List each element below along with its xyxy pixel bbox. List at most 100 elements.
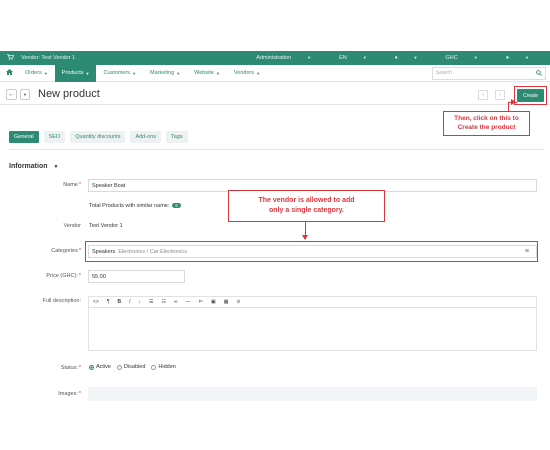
nav-vendors[interactable]: Vendors ▼ <box>227 65 267 82</box>
currency-menu[interactable]: GHC ▼ <box>446 55 492 61</box>
code-view-icon[interactable]: <> <box>93 299 99 305</box>
categories-highlight <box>85 241 538 262</box>
paragraph-icon[interactable]: ¶ <box>107 299 110 305</box>
tab-quantity-discounts[interactable]: Quantity discounts <box>70 131 126 143</box>
create-highlight <box>514 86 547 105</box>
underline-icon[interactable]: ↓ <box>139 299 142 305</box>
description-label: Full description: <box>42 298 81 304</box>
prev-button[interactable]: ‹ <box>478 90 488 100</box>
vendor-label: Vendor <box>63 223 81 229</box>
administration-menu[interactable]: Administration ▼ <box>256 55 325 61</box>
category-arrow-head <box>302 235 308 240</box>
italic-icon[interactable]: I <box>129 299 130 305</box>
product-tabs: General SEO Quantity discounts Add-ons T… <box>9 131 188 143</box>
home-icon[interactable] <box>0 69 18 77</box>
back-button[interactable]: ← <box>6 88 17 100</box>
next-button[interactable]: › <box>495 90 505 100</box>
status-label: Status:* <box>60 365 81 371</box>
category-annotation-line2: only a single category. <box>269 207 344 214</box>
unordered-list-icon[interactable]: ☰ <box>149 299 153 305</box>
similar-products: Total Products with similar name: 6 <box>89 203 181 209</box>
horizontal-rule-icon[interactable]: — <box>186 299 191 305</box>
nav-products[interactable]: Products ▼ <box>54 64 97 82</box>
title-row: ← ▼ New product ‹ › Create <box>0 84 550 105</box>
category-annotation: The vendor is allowed to add only a sing… <box>228 190 385 222</box>
align-icon[interactable]: ⊨ <box>199 299 203 305</box>
main-nav: Orders ▼ Products ▼ Customers ▼ Marketing ▼ … <box>0 64 550 82</box>
video-icon[interactable]: ⊙ <box>236 299 240 305</box>
image-icon[interactable]: ▣ <box>211 299 216 305</box>
status-hidden-radio[interactable]: Hidden <box>151 364 176 370</box>
name-value: Speaker Boat <box>92 182 126 189</box>
chevron-down-icon: ▼ <box>256 70 261 76</box>
tab-general[interactable]: General <box>9 131 39 143</box>
chevron-down-icon: ▼ <box>176 70 181 76</box>
editor-toolbar: <> ¶ B I ↓ ☰ ☷ ∞ — ⊨ ▣ ▦ ⊙ <box>88 296 537 308</box>
search-icon[interactable] <box>536 69 542 78</box>
search-placeholder: Search <box>436 70 452 76</box>
language-menu[interactable]: EN ▼ <box>339 55 381 61</box>
chevron-down-icon: ▼ <box>132 70 137 76</box>
chevron-down-icon: ▼ <box>525 55 529 60</box>
chevron-down-icon: ▼ <box>53 164 59 170</box>
chevron-down-icon: ▼ <box>307 55 312 60</box>
search-input[interactable]: Search <box>432 66 546 80</box>
chevron-down-icon: ▼ <box>43 70 48 76</box>
price-value: 55.00 <box>92 273 106 280</box>
bold-icon[interactable]: B <box>118 299 122 305</box>
vendor-name[interactable]: Vendor: Test Vendor 1 <box>21 55 75 61</box>
status-active-radio[interactable]: Active <box>89 364 111 370</box>
bell-icon: ♦ <box>394 55 398 61</box>
chevron-down-icon: ▼ <box>413 55 418 60</box>
radio-dot-icon <box>116 364 122 370</box>
tab-add-ons[interactable]: Add-ons <box>130 131 161 143</box>
chevron-left-icon: ‹ <box>482 92 484 98</box>
vendor-value: Test Vendor 1 <box>89 223 123 229</box>
notifications-menu[interactable]: ♦ ▼ <box>395 55 432 61</box>
cart-icon <box>7 54 15 62</box>
description-editor[interactable] <box>88 308 537 351</box>
page-title: New product <box>38 88 100 100</box>
status-hidden-label: Hidden <box>158 364 176 370</box>
page-menu-button[interactable]: ▼ <box>20 88 30 100</box>
price-input[interactable]: 55.00 <box>88 270 185 283</box>
chevron-down-icon: ▼ <box>23 91 27 97</box>
chevron-down-icon: ▼ <box>362 55 367 60</box>
create-annotation: Then, click on this to Create the produc… <box>443 111 530 136</box>
nav-customers[interactable]: Customers ▼ <box>96 65 143 82</box>
user-icon: ● <box>505 55 510 61</box>
images-label: Images:* <box>58 391 81 397</box>
category-annotation-line1: The vendor is allowed to add <box>258 197 355 204</box>
categories-label: Categories* <box>51 248 81 254</box>
similar-count-badge[interactable]: 6 <box>172 203 181 208</box>
top-bar: Vendor: Test Vendor 1 Administration ▼ EN… <box>0 51 550 65</box>
nav-orders[interactable]: Orders ▼ <box>18 65 55 82</box>
name-label: Name* <box>63 182 81 188</box>
nav-website[interactable]: Website ▼ <box>187 65 227 82</box>
chevron-down-icon: ▼ <box>215 70 220 76</box>
table-icon[interactable]: ▦ <box>224 299 229 305</box>
chevron-down-icon: ▼ <box>85 70 90 76</box>
create-arrow-head <box>511 99 516 105</box>
section-information[interactable]: Information ▼ <box>9 163 58 170</box>
price-label: Price (GHC):* <box>46 273 81 279</box>
similar-label: Total Products with similar name: <box>89 203 170 209</box>
status-radios: Active Disabled Hidden <box>89 364 182 370</box>
tab-seo[interactable]: SEO <box>43 131 66 143</box>
link-icon[interactable]: ∞ <box>174 299 178 305</box>
images-dropzone[interactable] <box>88 387 537 401</box>
nav-marketing[interactable]: Marketing ▼ <box>143 65 187 82</box>
arrow-left-icon: ← <box>8 90 15 98</box>
status-disabled-radio[interactable]: Disabled <box>116 364 146 370</box>
status-disabled-label: Disabled <box>123 364 146 370</box>
radio-dot-icon <box>89 364 94 370</box>
status-active-label: Active <box>96 364 111 370</box>
tab-tags[interactable]: Tags <box>165 131 188 143</box>
user-menu[interactable]: ● ▼ <box>506 55 543 61</box>
create-annotation-line2: Create the product <box>457 124 516 131</box>
section-title: Information <box>9 163 48 170</box>
chevron-right-icon: › <box>499 92 501 98</box>
ordered-list-icon[interactable]: ☷ <box>162 299 166 305</box>
create-arrow-line <box>508 102 509 111</box>
radio-dot-icon <box>151 364 157 370</box>
